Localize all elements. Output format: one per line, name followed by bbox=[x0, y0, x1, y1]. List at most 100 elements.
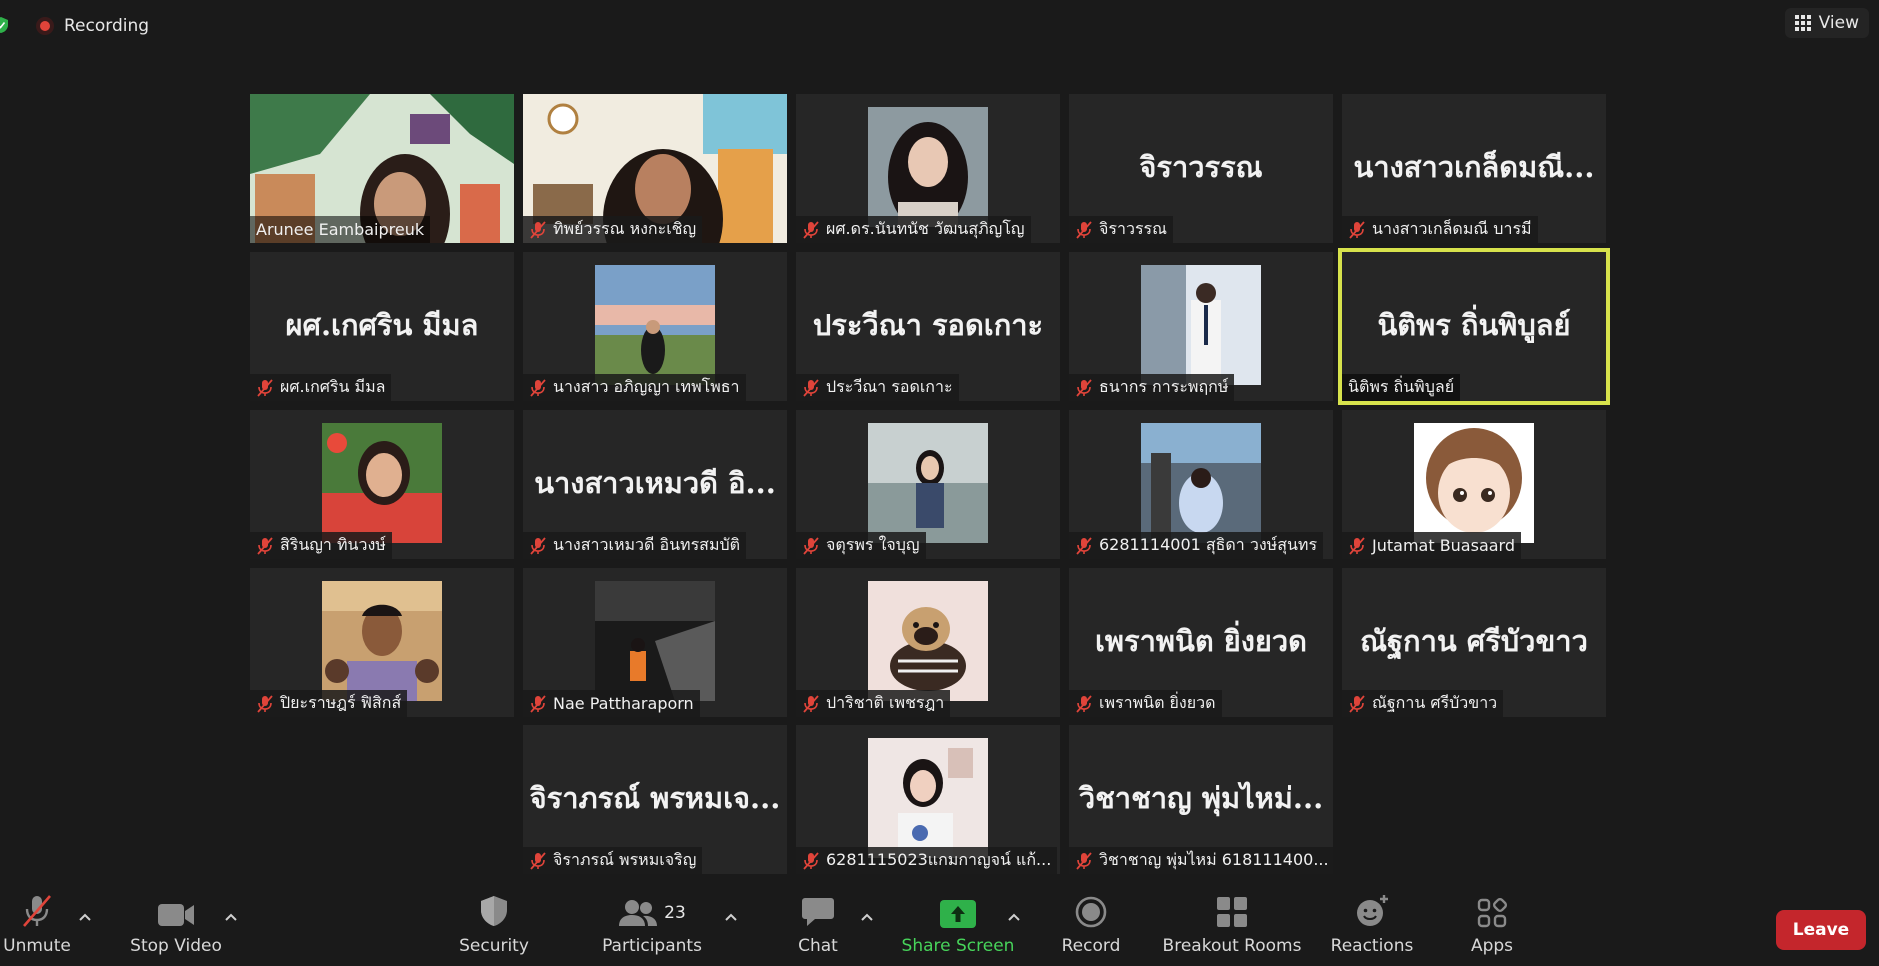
participant-tile[interactable]: 6281115023แกมกาญจน์ แก้... bbox=[796, 725, 1060, 874]
participant-display-name: จิราภรณ์ พรหมเจ... bbox=[529, 781, 781, 815]
apps-button[interactable]: Apps bbox=[1462, 886, 1522, 966]
participant-profile-picture bbox=[322, 423, 442, 543]
participant-name: 6281114001 สุธิดา วงษ์สุนทร bbox=[1099, 535, 1318, 554]
mic-muted-icon bbox=[530, 694, 546, 713]
mic-muted-icon bbox=[803, 220, 819, 239]
participant-display-name: นิติพร ถิ่นพิบูลย์ bbox=[1377, 308, 1571, 342]
participant-tile[interactable]: จตุรพร ใจบุญ bbox=[796, 410, 1060, 559]
participant-tile[interactable]: ประวีณา รอดเกาะ ประวีณา รอดเกาะ bbox=[796, 252, 1060, 401]
mic-muted-icon bbox=[1349, 220, 1365, 239]
participant-display-name: นางสาวเกล็ดมณี... bbox=[1353, 150, 1595, 184]
chat-options-caret-icon[interactable] bbox=[860, 910, 874, 924]
encryption-shield-icon[interactable] bbox=[0, 17, 8, 33]
participant-name-caption: ณัฐกาน ศรีบัวขาว bbox=[1342, 690, 1504, 717]
participants-label: Participants bbox=[602, 936, 702, 956]
participant-name: ธนากร การะพฤกษ์ bbox=[1099, 377, 1229, 396]
participant-tile[interactable]: ปาริชาติ เพชรฎา bbox=[796, 568, 1060, 717]
share-screen-button[interactable]: Share Screen bbox=[900, 886, 1016, 966]
participant-display-name: เพราพนิต ยิ่งยวด bbox=[1094, 624, 1308, 658]
leave-button[interactable]: Leave bbox=[1776, 910, 1866, 950]
participant-name-caption: ผศ.ดร.นันทนัช วัฒนสุภิญโญ bbox=[796, 216, 1031, 243]
apps-label: Apps bbox=[1470, 936, 1514, 956]
stop-video-button[interactable]: Stop Video bbox=[126, 886, 226, 966]
participant-name: นางสาวเกล็ดมณี บารมี bbox=[1372, 219, 1532, 238]
breakout-rooms-button[interactable]: Breakout Rooms bbox=[1162, 886, 1302, 966]
participant-tile-active-speaker[interactable]: นิติพร ถิ่นพิบูลย์ นิติพร ถิ่นพิบูลย์ bbox=[1338, 248, 1610, 405]
participant-tile[interactable]: ผศ.เกศริน มีมล ผศ.เกศริน มีมล bbox=[250, 252, 514, 401]
participant-display-name: วิชาชาญ พุ่มไหม่... bbox=[1078, 781, 1324, 815]
microphone-muted-icon bbox=[23, 895, 51, 927]
participant-name-caption: นางสาวเกล็ดมณี บารมี bbox=[1342, 216, 1538, 243]
participants-button[interactable]: 23 Participants bbox=[600, 886, 704, 966]
reactions-button[interactable]: Reactions bbox=[1328, 886, 1416, 966]
participant-tile[interactable]: ปิยะราษฎร์ ฟิสิกส์ bbox=[250, 568, 514, 717]
participant-name-caption: สิรินญา ทินวงษ์ bbox=[250, 532, 392, 559]
mic-muted-icon bbox=[257, 694, 273, 713]
participant-profile-picture bbox=[595, 581, 715, 701]
reactions-label: Reactions bbox=[1330, 936, 1414, 956]
participant-tile[interactable]: ผศ.ดร.นันทนัช วัฒนสุภิญโญ bbox=[796, 94, 1060, 243]
share-options-caret-icon[interactable] bbox=[1007, 910, 1021, 924]
share-screen-arrow-icon bbox=[940, 900, 976, 928]
participant-tile[interactable]: จิราวรรณ จิราวรรณ bbox=[1069, 94, 1333, 243]
stop-video-label: Stop Video bbox=[130, 936, 222, 956]
participant-display-name: นางสาวเหมวดี อิ... bbox=[534, 466, 776, 500]
participant-tile[interactable]: Arunee Eambaipreuk bbox=[250, 94, 514, 243]
participant-tile[interactable]: นางสาว อภิญญา เทพโพธา bbox=[523, 252, 787, 401]
participant-tile[interactable]: เพราพนิต ยิ่งยวด เพราพนิต ยิ่งยวด bbox=[1069, 568, 1333, 717]
participant-name: นางสาว อภิญญา เทพโพธา bbox=[553, 377, 740, 396]
participant-name-caption: ทิพย์วรรณ หงกะเชิญ bbox=[523, 216, 703, 243]
video-camera-icon bbox=[158, 904, 194, 926]
participant-tile[interactable]: นางสาวเกล็ดมณี... นางสาวเกล็ดมณี บารมี bbox=[1342, 94, 1606, 243]
mic-muted-icon bbox=[803, 536, 819, 555]
participant-tile[interactable]: จิราภรณ์ พรหมเจ... จิราภรณ์ พรหมเจริญ bbox=[523, 725, 787, 874]
meeting-toolbar: Unmute Stop Video Security 23 Participan… bbox=[0, 886, 1879, 966]
security-shield-icon bbox=[481, 896, 507, 926]
participant-tile[interactable]: ทิพย์วรรณ หงกะเชิญ bbox=[523, 94, 787, 243]
participant-name-caption: ธนากร การะพฤกษ์ bbox=[1069, 374, 1235, 401]
participant-name: จตุรพร ใจบุญ bbox=[826, 535, 920, 554]
participant-profile-picture bbox=[322, 581, 442, 701]
participant-name: ปาริชาติ เพชรฎา bbox=[826, 693, 945, 712]
mic-muted-icon bbox=[530, 851, 546, 870]
participant-profile-picture bbox=[1141, 423, 1261, 543]
participant-tile[interactable]: Nae Pattharaporn bbox=[523, 568, 787, 717]
participant-name-caption: ประวีณา รอดเกาะ bbox=[796, 374, 959, 401]
video-options-caret-icon[interactable] bbox=[224, 910, 238, 924]
record-button[interactable]: Record bbox=[1056, 886, 1126, 966]
mic-muted-icon bbox=[1076, 220, 1092, 239]
participant-name: Nae Pattharaporn bbox=[553, 694, 694, 713]
chat-button[interactable]: Chat bbox=[788, 886, 848, 966]
recording-indicator[interactable]: Recording bbox=[36, 14, 149, 38]
participant-name: ผศ.เกศริน มีมล bbox=[280, 377, 386, 396]
breakout-rooms-icon bbox=[1217, 897, 1247, 927]
mic-muted-icon bbox=[803, 694, 819, 713]
participant-name-caption: นางสาว อภิญญา เทพโพธา bbox=[523, 374, 746, 401]
mic-muted-icon bbox=[803, 851, 819, 870]
security-button[interactable]: Security bbox=[452, 886, 536, 966]
mic-muted-icon bbox=[530, 220, 546, 239]
participant-name: นิติพร ถิ่นพิบูลย์ bbox=[1348, 377, 1455, 396]
unmute-button[interactable]: Unmute bbox=[0, 886, 74, 966]
participant-name-caption: Arunee Eambaipreuk bbox=[250, 216, 431, 243]
participant-name: สิรินญา ทินวงษ์ bbox=[280, 535, 386, 554]
view-button[interactable]: View bbox=[1784, 8, 1869, 38]
participant-tile[interactable]: 6281114001 สุธิดา วงษ์สุนทร bbox=[1069, 410, 1333, 559]
record-icon bbox=[1075, 896, 1107, 928]
record-label: Record bbox=[1061, 936, 1121, 956]
mic-muted-icon bbox=[1076, 536, 1092, 555]
mic-muted-icon bbox=[530, 536, 546, 555]
participant-display-name: ณัฐกาน ศรีบัวขาว bbox=[1360, 624, 1588, 658]
participant-tile[interactable]: ณัฐกาน ศรีบัวขาว ณัฐกาน ศรีบัวขาว bbox=[1342, 568, 1606, 717]
participant-tile[interactable]: สิรินญา ทินวงษ์ bbox=[250, 410, 514, 559]
participant-tile[interactable]: นางสาวเหมวดี อิ... นางสาวเหมวดี อินทรสมบั… bbox=[523, 410, 787, 559]
participant-tile[interactable]: ธนากร การะพฤกษ์ bbox=[1069, 252, 1333, 401]
participants-options-caret-icon[interactable] bbox=[724, 910, 738, 924]
participant-tile[interactable]: วิชาชาญ พุ่มไหม่... วิชาชาญ พุ่มไหม่ 6181… bbox=[1069, 725, 1333, 874]
participant-tile[interactable]: Jutamat Buasaard bbox=[1342, 410, 1606, 559]
audio-options-caret-icon[interactable] bbox=[78, 910, 92, 924]
participant-name: ณัฐกาน ศรีบัวขาว bbox=[1372, 693, 1498, 712]
zoom-meeting-window: Recording View Arunee Eambaipreuk ทิพย์วร… bbox=[0, 0, 1879, 966]
mic-muted-icon bbox=[1076, 378, 1092, 397]
participant-profile-picture bbox=[868, 581, 988, 701]
